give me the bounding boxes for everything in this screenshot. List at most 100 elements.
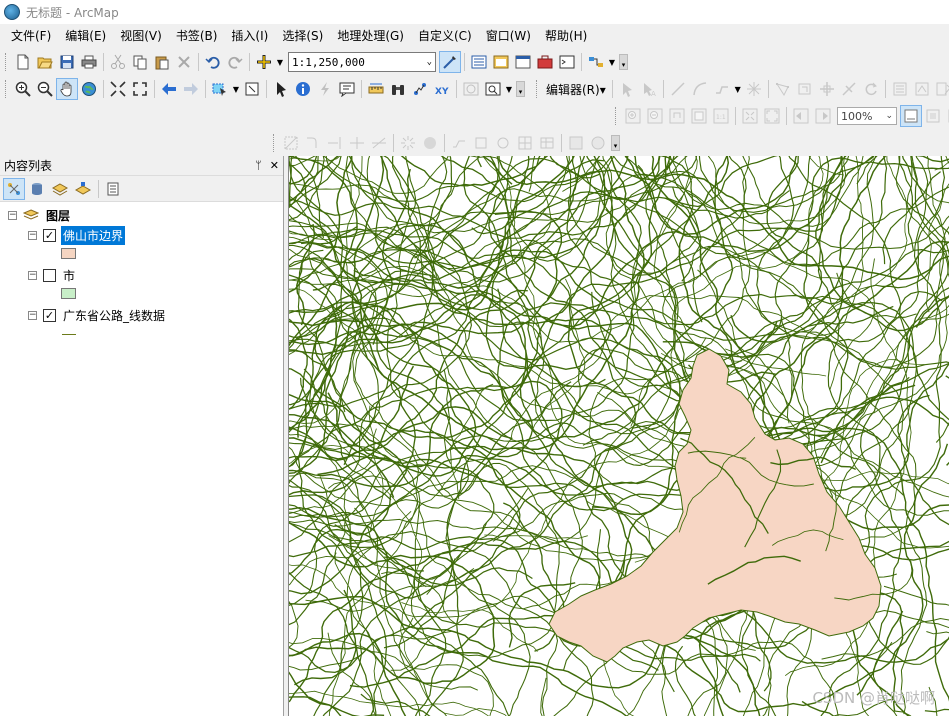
- layout-zoom-in-button[interactable]: [622, 105, 644, 127]
- collapse-icon[interactable]: −: [8, 210, 17, 220]
- trim-button[interactable]: [346, 132, 368, 154]
- polygon-symbol-swatch[interactable]: [61, 248, 76, 259]
- menu-windows[interactable]: 窗口(W): [479, 24, 538, 48]
- measure-button[interactable]: [365, 78, 387, 100]
- save-button[interactable]: [56, 51, 78, 73]
- extend-button[interactable]: [324, 132, 346, 154]
- select-elements-button[interactable]: [270, 78, 292, 100]
- layer-row-foshan-boundary[interactable]: − ✓ 佛山市边界: [28, 225, 126, 245]
- layout-zoom-select[interactable]: 100% ⌄: [837, 107, 897, 125]
- layer-visibility-checkbox[interactable]: ✓: [43, 308, 56, 322]
- catalog-button[interactable]: [490, 51, 512, 73]
- menu-help[interactable]: 帮助(H): [538, 24, 594, 48]
- list-by-drawing-order-button[interactable]: [3, 177, 25, 200]
- search-window-button[interactable]: [512, 51, 534, 73]
- zoom-out-button[interactable]: [34, 78, 56, 100]
- freehand-button[interactable]: [536, 132, 558, 154]
- create-viewer-button[interactable]: [482, 78, 504, 100]
- layer-label[interactable]: 佛山市边界: [61, 225, 126, 245]
- list-by-visibility-button[interactable]: [49, 178, 71, 200]
- explode-button[interactable]: [397, 132, 419, 154]
- edit-vertices-button[interactable]: [772, 78, 794, 100]
- circle-button[interactable]: [492, 132, 514, 154]
- validate-button[interactable]: [587, 132, 609, 154]
- align-to-shape-button[interactable]: [448, 132, 470, 154]
- undo-button[interactable]: [202, 51, 224, 73]
- copy-button[interactable]: [129, 51, 151, 73]
- focus-data-frame-button[interactable]: [922, 105, 944, 127]
- collapse-icon[interactable]: −: [28, 310, 37, 320]
- go-forward-button[interactable]: [180, 78, 202, 100]
- print-button[interactable]: [78, 51, 100, 73]
- add-data-dropdown-icon[interactable]: ▼: [275, 51, 285, 73]
- toolbar-grip[interactable]: [5, 80, 9, 98]
- go-back-button[interactable]: [158, 78, 180, 100]
- toolbar-overflow-icon[interactable]: ▾: [611, 135, 620, 151]
- add-data-button[interactable]: [253, 51, 275, 73]
- create-features-button[interactable]: [933, 78, 949, 100]
- layer-label[interactable]: 广东省公路_线数据: [61, 306, 167, 325]
- select-features-button[interactable]: [209, 78, 231, 100]
- fillet-button[interactable]: [302, 132, 324, 154]
- clear-selection-button[interactable]: [241, 78, 263, 100]
- line-symbol-swatch[interactable]: [62, 334, 76, 335]
- close-icon[interactable]: ✕: [270, 159, 279, 172]
- trace-button[interactable]: [711, 78, 733, 100]
- open-button[interactable]: [34, 51, 56, 73]
- fixed-zoom-out-layout-button[interactable]: [761, 105, 783, 127]
- straight-segment-button[interactable]: [667, 78, 689, 100]
- polygon-symbol-swatch[interactable]: [61, 288, 76, 299]
- menu-view[interactable]: 视图(V): [113, 24, 169, 48]
- menu-insert[interactable]: 插入(I): [224, 24, 275, 48]
- reshape-button[interactable]: [794, 78, 816, 100]
- menu-bookmarks[interactable]: 书签(B): [169, 24, 225, 48]
- fixed-zoom-in-button[interactable]: [107, 78, 129, 100]
- python-window-button[interactable]: [556, 51, 578, 73]
- fixed-zoom-out-button[interactable]: [129, 78, 151, 100]
- select-dropdown-icon[interactable]: ▼: [231, 78, 241, 100]
- rotate-button[interactable]: [860, 78, 882, 100]
- toolbar-overflow-icon[interactable]: ▾: [619, 54, 628, 70]
- html-popup-button[interactable]: [336, 78, 358, 100]
- arctoolbox-button[interactable]: [534, 51, 556, 73]
- redo-button[interactable]: [224, 51, 246, 73]
- toggle-draft-mode-button[interactable]: [900, 105, 922, 127]
- layout-zoom-out-button[interactable]: [644, 105, 666, 127]
- layers-group-row[interactable]: − 图层: [8, 206, 72, 224]
- layer-visibility-checkbox[interactable]: ✓: [43, 228, 56, 242]
- paste-button[interactable]: [151, 51, 173, 73]
- sketch-properties-button[interactable]: [911, 78, 933, 100]
- new-button[interactable]: [12, 51, 34, 73]
- fixed-zoom-in-layout-button[interactable]: [739, 105, 761, 127]
- line-intersection-button[interactable]: [368, 132, 390, 154]
- toc-options-button[interactable]: [102, 178, 124, 200]
- menu-geoprocessing[interactable]: 地理处理(G): [330, 24, 411, 48]
- end-point-arc-button[interactable]: [689, 78, 711, 100]
- layer-visibility-checkbox[interactable]: [43, 268, 56, 282]
- rectangle-button[interactable]: [470, 132, 492, 154]
- copy-features-button[interactable]: [280, 132, 302, 154]
- pan-button[interactable]: [56, 78, 78, 100]
- time-slider-button[interactable]: [460, 78, 482, 100]
- layout-forward-button[interactable]: [812, 105, 834, 127]
- go-to-xy-button[interactable]: XY: [431, 78, 453, 100]
- map-scale-select[interactable]: 1:1,250,000 ⌄: [288, 52, 436, 72]
- toolbar-overflow-icon[interactable]: ▾: [516, 81, 525, 97]
- model-builder-dropdown-icon[interactable]: ▼: [607, 51, 617, 73]
- layer-row-city[interactable]: − 市: [28, 266, 77, 284]
- menu-file[interactable]: 文件(F): [4, 24, 58, 48]
- edit-annotation-button[interactable]: A: [638, 78, 660, 100]
- list-by-selection-button[interactable]: [72, 178, 94, 200]
- table-of-contents-button[interactable]: [468, 51, 490, 73]
- change-layout-button[interactable]: [944, 105, 949, 127]
- toolbar-grip[interactable]: [5, 53, 9, 71]
- find-route-button[interactable]: [409, 78, 431, 100]
- toolbar-grip[interactable]: [615, 107, 619, 125]
- find-button[interactable]: [387, 78, 409, 100]
- topology-button[interactable]: [565, 132, 587, 154]
- menu-customize[interactable]: 自定义(C): [411, 24, 479, 48]
- viewer-dropdown-icon[interactable]: ▼: [504, 78, 514, 100]
- attributes-button[interactable]: [889, 78, 911, 100]
- layer-label[interactable]: 市: [61, 266, 77, 285]
- hyperlink-button[interactable]: [314, 78, 336, 100]
